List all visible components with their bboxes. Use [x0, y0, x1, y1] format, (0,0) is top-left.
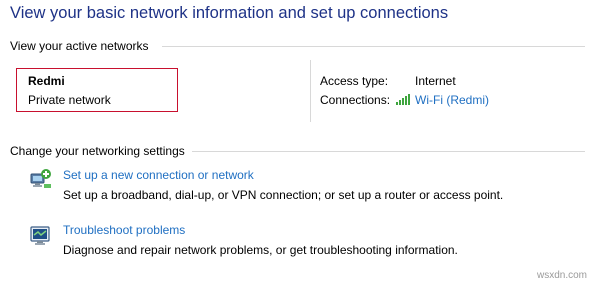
- wifi-signal-icon: [396, 94, 411, 108]
- troubleshoot-link[interactable]: Troubleshoot problems: [63, 223, 185, 237]
- active-networks-divider: [162, 46, 585, 47]
- network-category: Private network: [28, 93, 111, 107]
- change-settings-heading: Change your networking settings: [10, 144, 185, 158]
- network-name: Redmi: [28, 74, 65, 88]
- network-vertical-divider: [310, 60, 311, 122]
- connection-link[interactable]: Wi-Fi (Redmi): [415, 93, 489, 107]
- connections-entry[interactable]: Wi-Fi (Redmi): [396, 93, 489, 108]
- new-connection-icon[interactable]: [30, 168, 52, 190]
- troubleshoot-icon[interactable]: [30, 224, 52, 246]
- access-type-label: Access type:: [320, 74, 389, 88]
- page-title: View your basic network information and …: [10, 4, 449, 22]
- active-networks-heading: View your active networks: [10, 39, 149, 53]
- setup-new-connection-description: Set up a broadband, dial-up, or VPN conn…: [63, 188, 504, 202]
- watermark: wsxdn.com: [536, 270, 587, 281]
- change-settings-divider: [192, 151, 585, 152]
- troubleshoot-description: Diagnose and repair network problems, or…: [63, 243, 458, 257]
- connections-label: Connections:: [320, 93, 391, 107]
- access-type-value: Internet: [415, 74, 456, 88]
- setup-new-connection-link[interactable]: Set up a new connection or network: [63, 168, 254, 182]
